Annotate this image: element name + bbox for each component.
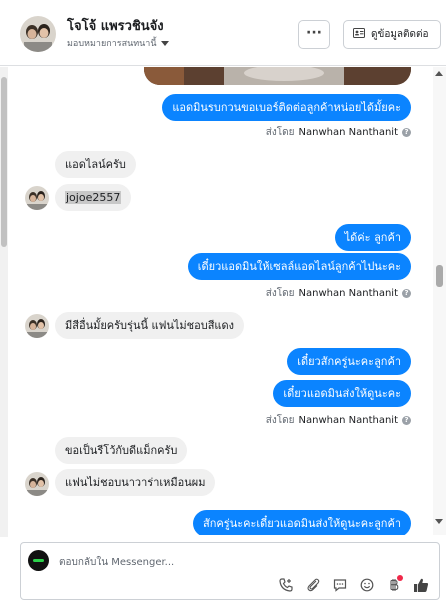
sent-by-prefix: ส่งโดย [265, 288, 295, 299]
sent-by-label: ส่งโดย Nanwhan Nanthanit? [266, 286, 411, 301]
message-thread: แอดมินรบกวนขอเบอร์ติดต่อลูกค้าหน่อยได้มั… [0, 67, 446, 535]
info-icon[interactable]: ? [402, 128, 411, 137]
assign-conversation-dropdown[interactable]: มอบหมายการสนทนานี้ [67, 36, 169, 50]
conversation-header: โจโจ้ แพรวชินจัง มอบหมายการสนทนานี้ ··· … [0, 0, 446, 66]
payment-icon[interactable] [384, 575, 403, 594]
message-incoming[interactable]: มีสีอื่นมั้ยครับรุ่นนี้ แฟนไม่ชอบสีแดง [55, 312, 245, 339]
info-icon[interactable]: ? [402, 289, 411, 298]
composer-toolbar [276, 575, 430, 594]
sender-name[interactable]: Nanwhan Nanthanit [299, 415, 398, 426]
caret-down-icon [160, 41, 169, 46]
view-contact-label: ดูข้อมูลติดต่อ [371, 29, 429, 40]
view-contact-button[interactable]: ดูข้อมูลติดต่อ [343, 20, 441, 49]
scroll-down-arrow-icon[interactable] [435, 519, 443, 524]
message-incoming[interactable]: แฟนไม่ชอบนาวาร่าเหมือนผม [55, 469, 216, 496]
message-outgoing[interactable]: เดี๋ยวแอดมินส่งให้ดูนะคะ [273, 380, 411, 407]
message-outgoing[interactable]: เดี๋ยวสักครู่นะคะลูกค้า [287, 348, 411, 375]
scroll-up-arrow-icon[interactable] [435, 71, 443, 76]
customer-avatar-small[interactable] [25, 186, 49, 210]
customer-avatar[interactable] [20, 16, 56, 52]
scrollbar-thumb[interactable] [436, 265, 443, 287]
sender-name[interactable]: Nanwhan Nanthanit [299, 288, 398, 299]
message-outgoing[interactable]: สักครู่นะคะเดี๋ยวแอดมินส่งให้ดูนะคะลูกค้… [193, 510, 411, 535]
message-incoming[interactable]: ขอเป็นรีโว้กับดีแม็กครับ [55, 437, 188, 464]
info-icon[interactable]: ? [402, 416, 411, 425]
sent-by-prefix: ส่งโดย [265, 127, 295, 138]
message-incoming[interactable]: แอดไลน์ครับ [55, 151, 136, 178]
emoji-icon[interactable] [357, 575, 376, 594]
customer-name[interactable]: โจโจ้ แพรวชินจัง [67, 15, 164, 36]
reply-input[interactable]: ตอบกลับใน Messenger... [59, 555, 174, 570]
assign-label: มอบหมายการสนทนานี้ [67, 39, 157, 49]
message-incoming[interactable]: jojoe2557 [55, 184, 132, 211]
saved-reply-icon[interactable] [330, 575, 349, 594]
message-outgoing[interactable]: ได้ค่ะ ลูกค้า [334, 224, 411, 251]
attachment-icon[interactable] [303, 575, 322, 594]
more-options-button[interactable]: ··· [298, 20, 330, 49]
message-outgoing[interactable]: แอดมินรบกวนขอเบอร์ติดต่อลูกค้าหน่อยได้มั… [162, 94, 411, 121]
like-icon[interactable] [411, 575, 430, 594]
sent-by-label: ส่งโดย Nanwhan Nanthanit? [266, 125, 411, 140]
page-avatar [28, 550, 49, 571]
thread-scrollbar[interactable] [433, 67, 446, 535]
call-icon[interactable] [276, 575, 295, 594]
sender-name[interactable]: Nanwhan Nanthanit [299, 127, 398, 138]
sent-by-prefix: ส่งโดย [265, 415, 295, 426]
shared-image-message[interactable] [144, 67, 411, 85]
customer-avatar-small[interactable] [25, 314, 49, 338]
sent-by-label: ส่งโดย Nanwhan Nanthanit? [266, 413, 411, 428]
reply-composer[interactable]: ตอบกลับใน Messenger... [20, 542, 440, 600]
contact-card-icon [353, 28, 365, 41]
message-outgoing[interactable]: เดี๋ยวแอดมินให้เซลล์แอดไลน์ลูกค้าไปนะคะ [187, 253, 411, 280]
highlighted-text: jojoe2557 [65, 191, 122, 204]
customer-avatar-small[interactable] [25, 472, 49, 496]
notification-dot [397, 575, 403, 581]
